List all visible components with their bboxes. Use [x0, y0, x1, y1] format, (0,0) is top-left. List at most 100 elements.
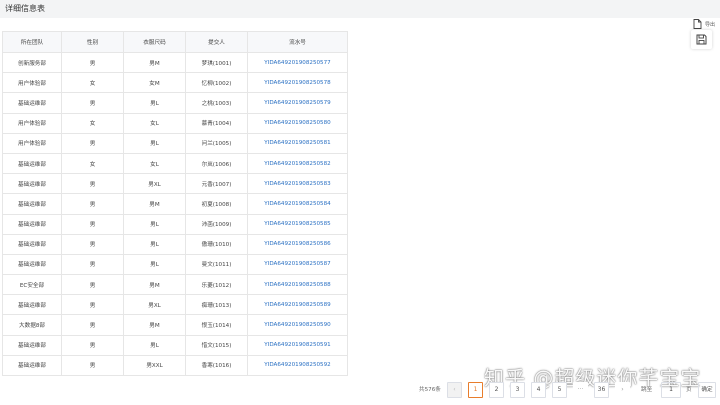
table-row[interactable]: 基础运维部男男L 之桃(1003) YIDA649201908250579 — [2, 92, 348, 114]
pagination-last-page[interactable]: 36 — [594, 382, 609, 398]
cell-size: 男L — [123, 253, 186, 276]
cell-team: 基础运维部 — [2, 233, 62, 255]
cell-submitter: 沛菡(1009) — [185, 213, 248, 235]
cell-team: EC安全部 — [2, 274, 62, 296]
cell-serial[interactable]: YIDA649201908250583 — [247, 173, 348, 195]
pagination-confirm-button[interactable]: 确定 — [698, 382, 716, 398]
cell-team: 基础运维部 — [2, 334, 62, 356]
cell-size: 女M — [123, 72, 186, 94]
cell-gender: 男 — [61, 253, 124, 276]
cell-team: 基础运维部 — [2, 294, 62, 316]
cell-size: 男M — [123, 314, 186, 336]
pagination-jump-label: 跳至 — [641, 387, 653, 393]
cell-submitter: 香寒(1016) — [185, 354, 248, 377]
cell-submitter: 恨玉(1014) — [185, 314, 248, 336]
export-label: 导出 — [705, 22, 716, 28]
cell-serial[interactable]: YIDA649201908250591 — [247, 334, 348, 356]
table-row[interactable]: 创新服务部男男M 梦琪(1001) YIDA649201908250577 — [2, 51, 348, 74]
cell-submitter: 尔岚(1006) — [185, 152, 248, 175]
cell-gender: 男 — [61, 334, 124, 356]
cell-submitter: 痴珊(1013) — [185, 294, 248, 316]
cell-gender: 女 — [61, 72, 124, 94]
column-header-size[interactable]: 衣服尺码 — [123, 31, 186, 53]
table-row[interactable]: 大数据8部男男M 恨玉(1014) YIDA649201908250590 — [2, 314, 348, 336]
cell-submitter: 忆柳(1002) — [185, 72, 248, 94]
pagination-page-5[interactable]: 5 — [552, 382, 567, 398]
pagination-page-unit: 页 — [686, 387, 692, 393]
table-row[interactable]: 基础运维部男男L 曼文(1011) YIDA649201908250587 — [2, 253, 348, 276]
cell-size: 男XL — [123, 294, 186, 316]
page-header: 详细信息表 — [0, 0, 720, 18]
cell-team: 创新服务部 — [2, 51, 62, 74]
pagination-page-2[interactable]: 2 — [489, 382, 504, 398]
cell-team: 用户体验部 — [2, 72, 62, 94]
export-icon — [693, 19, 702, 29]
cell-team: 基础运维部 — [2, 354, 62, 377]
table-row[interactable]: 基础运维部男男XL 元香(1007) YIDA649201908250583 — [2, 173, 348, 195]
cell-size: 男L — [123, 213, 186, 235]
table-row[interactable]: 基础运维部男男L 惜文(1015) YIDA649201908250591 — [2, 334, 348, 356]
cell-gender: 男 — [61, 274, 124, 296]
cell-serial[interactable]: YIDA649201908250582 — [247, 152, 348, 175]
table-row[interactable]: 基础运维部男男L 沛菡(1009) YIDA649201908250585 — [2, 213, 348, 235]
cell-gender: 男 — [61, 314, 124, 336]
column-header-gender[interactable]: 性别 — [61, 31, 124, 53]
column-header-team[interactable]: 所在团队 — [2, 31, 62, 53]
cell-serial[interactable]: YIDA649201908250592 — [247, 354, 348, 377]
cell-team: 基础运维部 — [2, 152, 62, 175]
pagination-page-4[interactable]: 4 — [531, 382, 546, 398]
cell-gender: 女 — [61, 152, 124, 175]
table-row[interactable]: 基础运维部男男XL 痴珊(1013) YIDA649201908250589 — [2, 294, 348, 316]
cell-size: 男L — [123, 334, 186, 356]
table-row[interactable]: EC安全部男男M 乐菱(1012) YIDA649201908250588 — [2, 274, 348, 296]
pagination-page-3[interactable]: 3 — [510, 382, 525, 398]
table-row[interactable]: 基础运维部女女L 尔岚(1006) YIDA649201908250582 — [2, 152, 348, 175]
cell-size: 男XL — [123, 173, 186, 195]
cell-serial[interactable]: YIDA649201908250585 — [247, 213, 348, 235]
cell-submitter: 初夏(1008) — [185, 193, 248, 215]
cell-size: 男L — [123, 132, 186, 154]
table-row[interactable]: 基础运维部男男L 傲珊(1010) YIDA649201908250586 — [2, 233, 348, 255]
cell-serial[interactable]: YIDA649201908250588 — [247, 274, 348, 296]
pagination-page-1[interactable]: 1 — [468, 382, 483, 398]
table-row[interactable]: 用户体验部女女M 忆柳(1002) YIDA649201908250578 — [2, 72, 348, 94]
cell-team: 基础运维部 — [2, 193, 62, 215]
table-row[interactable]: 基础运维部男男XXL 香寒(1016) YIDA649201908250592 — [2, 354, 348, 377]
pagination-jump-input[interactable]: 1 — [661, 382, 681, 398]
pagination-ellipsis[interactable]: ··· — [573, 382, 588, 398]
pagination-prev-button[interactable]: ‹ — [447, 382, 462, 398]
cell-submitter: 傲珊(1010) — [185, 233, 248, 255]
table-header-row: 所在团队 性别 衣服尺码 提交人 流水号 — [2, 31, 348, 53]
pagination-next-button[interactable]: › — [615, 382, 630, 398]
table-row[interactable]: 用户体验部男男L 问兰(1005) YIDA649201908250581 — [2, 132, 348, 154]
cell-team: 基础运维部 — [2, 253, 62, 276]
cell-team: 基础运维部 — [2, 173, 62, 195]
cell-serial[interactable]: YIDA649201908250584 — [247, 193, 348, 215]
column-header-submitter[interactable]: 提交人 — [185, 31, 248, 53]
cell-serial[interactable]: YIDA649201908250589 — [247, 294, 348, 316]
cell-gender: 男 — [61, 294, 124, 316]
cell-team: 用户体验部 — [2, 132, 62, 154]
save-icon — [696, 34, 707, 45]
cell-team: 基础运维部 — [2, 213, 62, 235]
cell-gender: 男 — [61, 354, 124, 377]
cell-gender: 男 — [61, 132, 124, 154]
cell-serial[interactable]: YIDA649201908250590 — [247, 314, 348, 336]
save-button[interactable] — [691, 30, 712, 49]
cell-team: 大数据8部 — [2, 314, 62, 336]
cell-serial[interactable]: YIDA649201908250580 — [247, 112, 348, 134]
pagination-total: 共576条 — [419, 387, 441, 393]
cell-serial[interactable]: YIDA649201908250578 — [247, 72, 348, 94]
table-row[interactable]: 基础运维部男男M 初夏(1008) YIDA649201908250584 — [2, 193, 348, 215]
cell-serial[interactable]: YIDA649201908250586 — [247, 233, 348, 255]
cell-serial[interactable]: YIDA649201908250579 — [247, 92, 348, 114]
cell-serial[interactable]: YIDA649201908250577 — [247, 51, 348, 74]
cell-submitter: 曼文(1011) — [185, 253, 248, 276]
cell-serial[interactable]: YIDA649201908250587 — [247, 253, 348, 276]
export-button[interactable]: 导出 — [692, 18, 718, 30]
cell-serial[interactable]: YIDA649201908250581 — [247, 132, 348, 154]
cell-size: 男L — [123, 233, 186, 255]
table-row[interactable]: 用户体验部女女L 慕青(1004) YIDA649201908250580 — [2, 112, 348, 134]
cell-submitter: 元香(1007) — [185, 173, 248, 195]
column-header-serial[interactable]: 流水号 — [247, 31, 348, 53]
